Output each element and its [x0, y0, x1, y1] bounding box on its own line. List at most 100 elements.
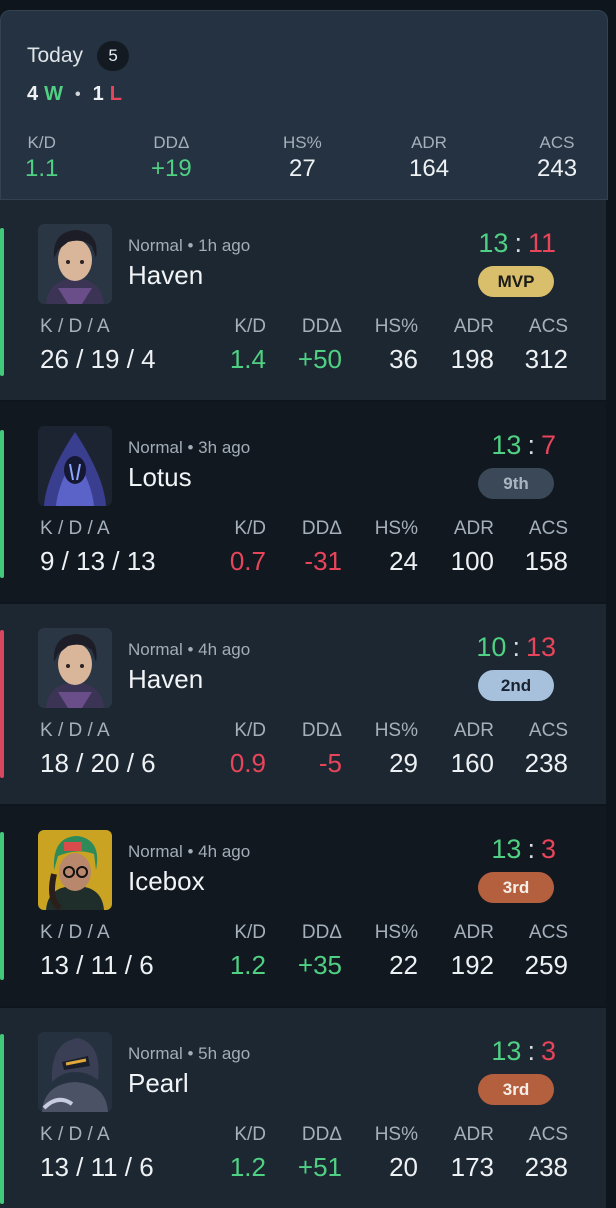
- match-mode-time: Normal • 5h ago: [128, 1044, 251, 1063]
- acs-column: ACS 158: [525, 518, 568, 577]
- result-indicator-bar: [0, 1034, 4, 1204]
- hs-label: HS%: [374, 720, 418, 741]
- dd-label: DDΔ: [301, 316, 342, 337]
- adr-label: ADR: [453, 316, 494, 337]
- dd-value: +50: [297, 344, 342, 374]
- agent-portrait-icon: [38, 1032, 112, 1112]
- match-card[interactable]: Normal • 5h ago Pearl 13:3 3rd K / D / A…: [0, 1008, 606, 1208]
- kd-label: K/D: [234, 518, 266, 539]
- kda-label: K / D / A: [40, 720, 110, 741]
- match-mode-time: Normal • 3h ago: [128, 438, 251, 457]
- hs-value: 29: [389, 748, 418, 778]
- result-indicator-bar: [0, 228, 4, 376]
- kd-value: 0.7: [229, 546, 266, 576]
- dd-label: DDΔ: [301, 922, 342, 943]
- acs-label: ACS: [528, 720, 568, 741]
- match-card[interactable]: Normal • 1h ago Haven 13:11 MVP K / D / …: [0, 200, 606, 400]
- match-score: 13:3: [491, 1036, 556, 1066]
- kd-value: 1.4: [229, 344, 266, 374]
- wins-suffix: W: [44, 83, 64, 105]
- today-label: Today: [27, 44, 84, 67]
- dd-value: +51: [297, 1152, 342, 1182]
- adr-value: 198: [450, 344, 494, 374]
- kda-column: K / D / A 13 / 11 / 6: [40, 1124, 154, 1183]
- enemy-score: 3: [540, 834, 556, 864]
- hs-label: HS%: [374, 922, 418, 943]
- acs-value: 238: [524, 748, 568, 778]
- team-score: 13: [491, 1036, 522, 1066]
- kda-label: K / D / A: [40, 922, 110, 943]
- acs-column: ACS 238: [525, 720, 568, 779]
- match-count-badge: 5: [97, 41, 130, 71]
- dd-column: DDΔ +50: [298, 316, 342, 375]
- kda-value: 9 / 13 / 13: [40, 546, 156, 576]
- dd-column: DDΔ -31: [302, 518, 342, 577]
- adr-column: ADR 100: [451, 518, 494, 577]
- kd-label: K/D: [234, 316, 266, 337]
- acs-label: ACS: [528, 518, 568, 539]
- kda-column: K / D / A 26 / 19 / 4: [40, 316, 156, 375]
- adr-value: 173: [450, 1152, 494, 1182]
- agent-portrait-icon: [38, 628, 112, 708]
- placement-badge: 3rd: [478, 1074, 554, 1105]
- match-card[interactable]: Normal • 4h ago Haven 10:13 2nd K / D / …: [0, 604, 606, 804]
- kda-label: K / D / A: [40, 1124, 110, 1145]
- today-summary-card[interactable]: Today 5 4 W • 1 L K/D 1.1 DDΔ +19 HS% 27…: [0, 10, 608, 200]
- kda-label: K / D / A: [40, 316, 110, 337]
- match-card[interactable]: Normal • 3h ago Lotus 13:7 9th K / D / A…: [0, 402, 606, 602]
- hs-value: 22: [389, 950, 418, 980]
- hs-column: HS% 24: [375, 518, 418, 577]
- enemy-score: 7: [540, 430, 556, 460]
- placement-badge: 3rd: [478, 872, 554, 903]
- match-card[interactable]: Normal • 4h ago Icebox 13:3 3rd K / D / …: [0, 806, 606, 1006]
- hs-label: HS%: [374, 1124, 418, 1145]
- summary-adr-label: ADR: [411, 133, 447, 152]
- adr-value: 160: [450, 748, 494, 778]
- losses-suffix: L: [109, 83, 122, 105]
- map-name: Icebox: [128, 866, 205, 896]
- hs-column: HS% 20: [375, 1124, 418, 1183]
- enemy-score: 3: [540, 1036, 556, 1066]
- acs-label: ACS: [528, 1124, 568, 1145]
- kd-column: K/D 1.4: [230, 316, 266, 375]
- summary-adr-value: 164: [409, 155, 450, 182]
- kda-column: K / D / A 9 / 13 / 13: [40, 518, 156, 577]
- summary-adr: ADR 164: [409, 133, 449, 183]
- adr-label: ADR: [453, 1124, 494, 1145]
- hs-value: 36: [389, 344, 418, 374]
- hs-column: HS% 36: [375, 316, 418, 375]
- adr-value: 100: [450, 546, 494, 576]
- adr-column: ADR 160: [451, 720, 494, 779]
- adr-value: 192: [450, 950, 494, 980]
- kd-label: K/D: [234, 922, 266, 943]
- hs-label: HS%: [374, 518, 418, 539]
- kd-label: K/D: [234, 1124, 266, 1145]
- kd-value: 1.2: [229, 950, 266, 980]
- summary-kd-value: 1.1: [25, 155, 59, 182]
- adr-label: ADR: [453, 922, 494, 943]
- summary-dd: DDΔ +19: [151, 133, 192, 183]
- team-score: 10: [476, 632, 507, 662]
- separator-dot: •: [75, 85, 81, 103]
- result-indicator-bar: [0, 430, 4, 578]
- win-loss-record: 4 W • 1 L: [27, 83, 122, 106]
- adr-column: ADR 198: [451, 316, 494, 375]
- kd-column: K/D 0.7: [230, 518, 266, 577]
- match-score: 13:11: [478, 228, 556, 258]
- dd-value: -5: [318, 748, 342, 778]
- dd-label: DDΔ: [301, 518, 342, 539]
- summary-dd-value: +19: [151, 155, 192, 182]
- summary-acs-value: 243: [537, 155, 578, 182]
- losses-count: 1: [92, 83, 104, 105]
- match-mode-time: Normal • 4h ago: [128, 842, 251, 861]
- hs-column: HS% 29: [375, 720, 418, 779]
- enemy-score: 13: [525, 632, 556, 662]
- team-score: 13: [491, 430, 522, 460]
- team-score: 13: [478, 228, 509, 258]
- kda-value: 13 / 11 / 6: [40, 1152, 154, 1182]
- today-header: Today 5: [27, 41, 130, 71]
- dd-value: -31: [304, 546, 342, 576]
- dd-column: DDΔ -5: [302, 720, 342, 779]
- agent-portrait-icon: [38, 830, 112, 910]
- result-indicator-bar: [0, 630, 4, 778]
